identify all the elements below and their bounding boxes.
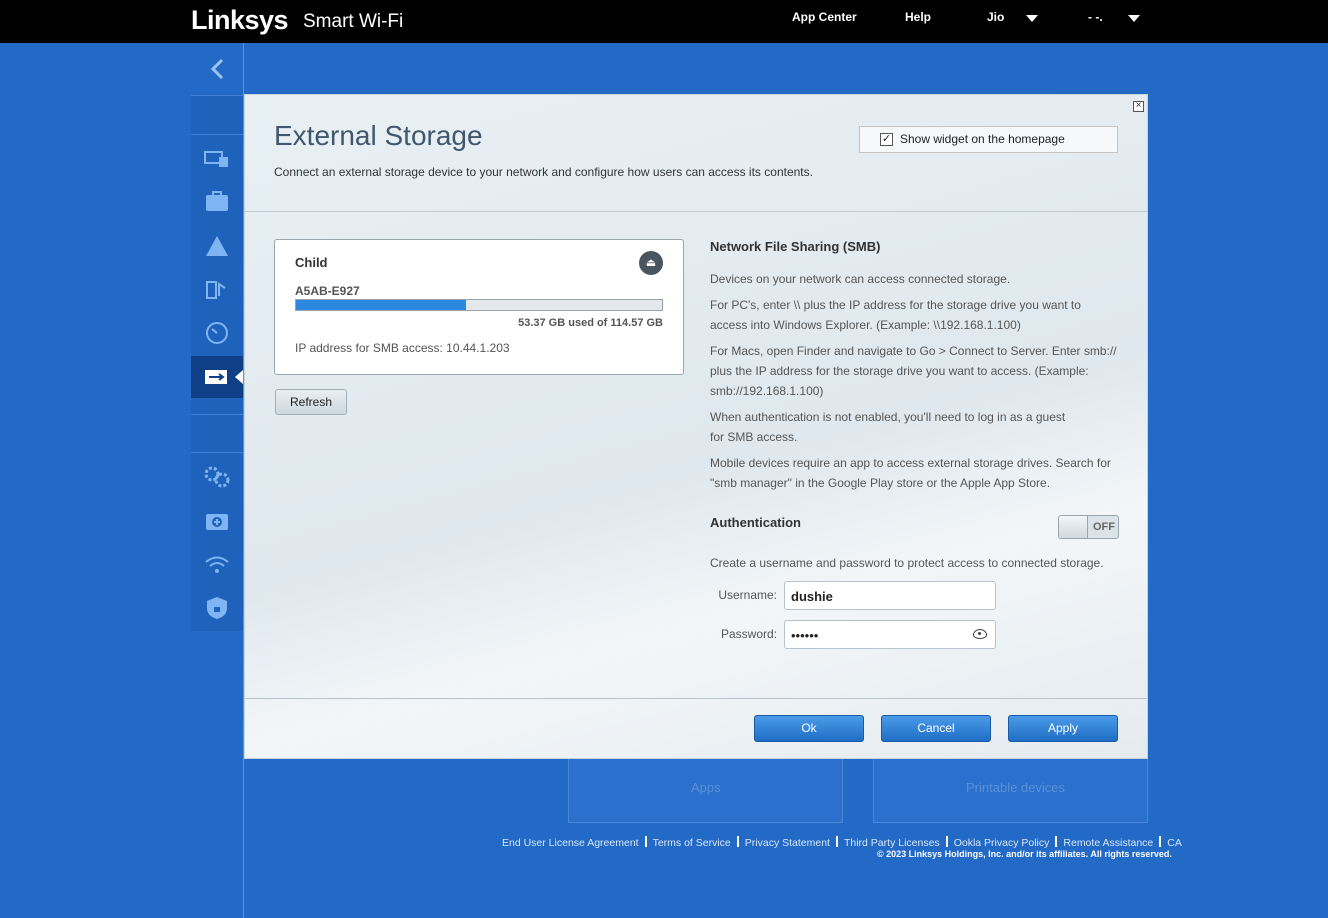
storage-usage-bar xyxy=(295,299,663,311)
copyright: © 2023 Linksys Holdings, Inc. and/or its… xyxy=(877,849,1172,859)
footer-link-eula[interactable]: End User License Agreement xyxy=(502,837,639,849)
sidebar-item-parental-controls[interactable] xyxy=(191,181,243,223)
connectivity-icon xyxy=(204,466,230,488)
app-center-link[interactable]: App Center xyxy=(792,10,857,24)
device-id: A5AB-E927 xyxy=(295,284,360,298)
password-field[interactable]: •••••• xyxy=(784,620,996,649)
eject-icon[interactable]: ⏏ xyxy=(639,251,663,275)
active-pointer-icon xyxy=(235,370,243,384)
storage-usage-fill xyxy=(296,300,467,310)
wireless-icon xyxy=(205,556,229,573)
smb-ip-address: IP address for SMB access: 10.44.1.203 xyxy=(295,341,510,355)
devices-icon xyxy=(204,151,228,167)
page-description: Connect an external storage device to yo… xyxy=(274,165,813,179)
device-name: Child xyxy=(295,255,328,270)
username-label: Username: xyxy=(718,588,777,602)
apps-widget[interactable]: Apps xyxy=(568,755,843,823)
footer-links: End User License Agreement Terms of Servi… xyxy=(502,836,1182,849)
speed-test-icon xyxy=(206,322,228,344)
footer-link-terms[interactable]: Terms of Service xyxy=(653,837,731,849)
chevron-down-icon[interactable] xyxy=(1026,15,1038,22)
authentication-description: Create a username and password to protec… xyxy=(710,556,1104,570)
external-storage-dialog: × External Storage Connect an external s… xyxy=(244,94,1148,759)
authentication-toggle[interactable]: OFF xyxy=(1058,515,1119,539)
storage-device-card: Child ⏏ A5AB-E927 53.37 GB used of 114.5… xyxy=(274,239,684,375)
linksys-logo[interactable]: Linksys xyxy=(191,5,289,36)
top-bar: Linksys Smart Wi-Fi App Center Help Jio … xyxy=(0,0,1328,43)
sidebar-divider xyxy=(191,414,243,415)
smb-mac-instructions: For Macs, open Finder and navigate to Go… xyxy=(710,344,1117,398)
sidebar-item-prioritization[interactable] xyxy=(191,268,243,310)
sidebar-item-wireless[interactable] xyxy=(191,544,243,586)
usb-storage-icon xyxy=(205,370,227,384)
page-title: External Storage xyxy=(274,120,483,151)
prioritization-icon xyxy=(206,281,226,299)
refresh-button[interactable]: Refresh xyxy=(275,389,347,415)
show-widget-checkbox[interactable]: ✓ xyxy=(880,133,893,146)
eye-icon[interactable] xyxy=(973,629,987,639)
password-label: Password: xyxy=(720,627,777,641)
apps-widget-label: Apps xyxy=(691,780,721,795)
username-value: dushie xyxy=(791,589,833,604)
sidebar xyxy=(191,95,243,631)
sidebar-divider xyxy=(191,134,243,135)
footer-link-privacy[interactable]: Privacy Statement xyxy=(745,837,830,849)
sidebar-item-speed-test[interactable] xyxy=(191,312,243,354)
footer-link-third-party[interactable]: Third Party Licenses xyxy=(844,837,940,849)
chevron-down-icon[interactable] xyxy=(1128,15,1140,22)
divider xyxy=(245,698,1147,699)
sidebar-item-devices[interactable] xyxy=(191,138,243,180)
printer-widget-label: Printable devices xyxy=(966,780,1065,795)
show-widget-label: Show widget on the homepage xyxy=(900,132,1065,146)
footer-separator xyxy=(644,836,647,847)
parental-controls-icon xyxy=(206,191,228,211)
sidebar-item-external-storage[interactable] xyxy=(191,356,243,398)
user-menu[interactable]: Jio xyxy=(987,10,1004,24)
smb-guest-info: When authentication is not enabled, you'… xyxy=(710,410,1066,444)
app-name: Smart Wi-Fi xyxy=(303,11,404,32)
printer-widget[interactable]: Printable devices xyxy=(873,755,1148,823)
help-link[interactable]: Help xyxy=(905,10,931,24)
apply-button[interactable]: Apply xyxy=(1008,715,1118,742)
storage-usage-text: 53.37 GB used of 114.57 GB xyxy=(518,317,663,329)
footer-separator xyxy=(736,836,739,847)
smb-section-title: Network File Sharing (SMB) xyxy=(710,239,881,254)
sidebar-item-guest-access[interactable] xyxy=(191,225,243,267)
show-widget-option[interactable]: ✓ Show widget on the homepage xyxy=(859,126,1118,153)
chevron-left-icon xyxy=(210,58,224,80)
smb-pc-instructions: For PC's, enter \\ plus the IP address f… xyxy=(710,298,1081,332)
smb-info-text: Devices on your network can access conne… xyxy=(710,272,1011,286)
footer-link-ca[interactable]: CA xyxy=(1167,837,1182,849)
toggle-knob xyxy=(1059,516,1088,538)
account-menu[interactable]: - -. xyxy=(1088,10,1103,24)
ok-button[interactable]: Ok xyxy=(754,715,864,742)
close-icon[interactable]: × xyxy=(1133,101,1144,112)
toggle-state-label: OFF xyxy=(1093,521,1115,533)
shield-icon xyxy=(207,597,227,619)
sidebar-divider xyxy=(191,452,243,453)
authentication-title: Authentication xyxy=(710,515,801,530)
troubleshooting-icon xyxy=(206,514,228,530)
back-button[interactable] xyxy=(191,43,243,95)
smb-mobile-info: Mobile devices require an app to access … xyxy=(710,456,1111,490)
username-field[interactable]: dushie xyxy=(784,581,996,610)
cancel-button[interactable]: Cancel xyxy=(881,715,991,742)
sidebar-item-security[interactable] xyxy=(191,587,243,629)
footer-separator xyxy=(1055,836,1058,847)
footer-separator xyxy=(945,836,948,847)
footer-separator xyxy=(1159,836,1162,847)
divider xyxy=(245,211,1147,212)
guest-access-icon xyxy=(206,236,228,256)
footer-link-remote-assistance[interactable]: Remote Assistance xyxy=(1063,837,1153,849)
password-value: •••••• xyxy=(791,628,819,643)
footer-separator xyxy=(835,836,838,847)
sidebar-item-connectivity[interactable] xyxy=(191,456,243,498)
sidebar-item-troubleshooting[interactable] xyxy=(191,500,243,542)
footer-link-ookla[interactable]: Ookla Privacy Policy xyxy=(954,837,1050,849)
